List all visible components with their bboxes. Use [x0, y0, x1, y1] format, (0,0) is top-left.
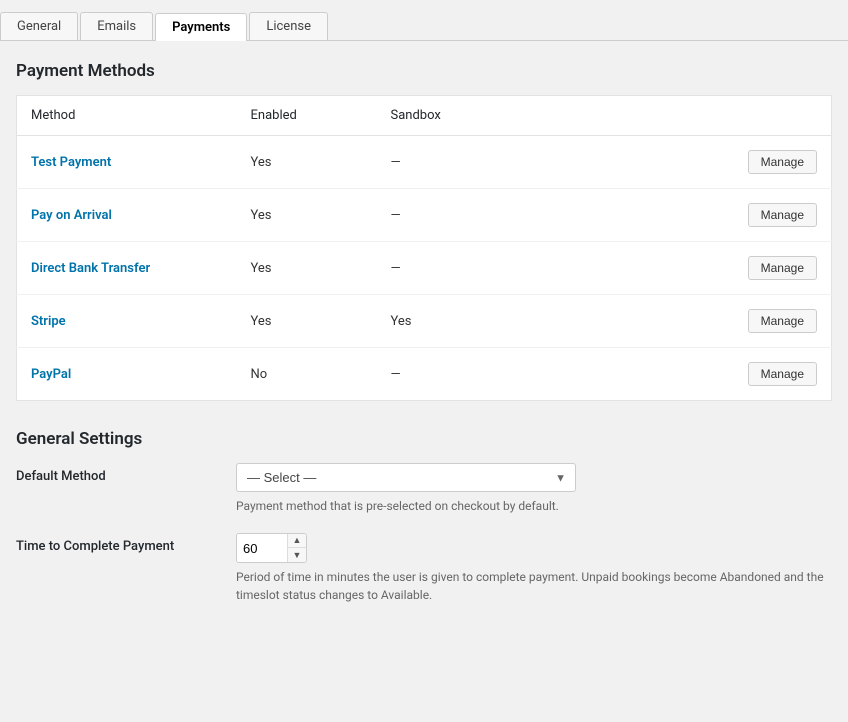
table-body: Test Payment Yes — Manage Pay on Arrival…	[17, 136, 832, 401]
action-cell: Manage	[537, 136, 832, 189]
tab-payments[interactable]: Payments	[155, 13, 247, 41]
time-to-complete-description: Period of time in minutes the user is gi…	[236, 568, 832, 604]
manage-button-direct-bank-transfer[interactable]: Manage	[748, 256, 817, 280]
tabs-bar: General Emails Payments License	[0, 0, 848, 41]
default-method-description: Payment method that is pre-selected on c…	[236, 497, 832, 515]
tab-license[interactable]: License	[249, 12, 328, 40]
col-header-enabled: Enabled	[237, 96, 377, 136]
manage-button-pay-on-arrival[interactable]: Manage	[748, 203, 817, 227]
payment-methods-title: Payment Methods	[16, 61, 832, 81]
sandbox-cell: Yes	[377, 295, 537, 348]
method-cell: Direct Bank Transfer	[17, 242, 237, 295]
method-link-stripe[interactable]: Stripe	[31, 314, 66, 329]
payment-methods-table: Method Enabled Sandbox Test Payment Yes …	[16, 95, 832, 401]
action-cell: Manage	[537, 295, 832, 348]
action-cell: Manage	[537, 348, 832, 401]
tab-general[interactable]: General	[0, 12, 78, 40]
col-header-sandbox: Sandbox	[377, 96, 537, 136]
time-to-complete-input[interactable]	[237, 534, 287, 562]
manage-button-stripe[interactable]: Manage	[748, 309, 817, 333]
manage-button-test-payment[interactable]: Manage	[748, 150, 817, 174]
method-link-paypal[interactable]: PayPal	[31, 367, 71, 382]
method-cell: Stripe	[17, 295, 237, 348]
enabled-cell: Yes	[237, 136, 377, 189]
spinner-buttons: ▲ ▼	[287, 534, 306, 562]
tab-emails[interactable]: Emails	[80, 12, 153, 40]
enabled-cell: Yes	[237, 295, 377, 348]
sandbox-cell: —	[377, 136, 537, 189]
method-link-direct-bank-transfer[interactable]: Direct Bank Transfer	[31, 261, 150, 276]
enabled-cell: Yes	[237, 189, 377, 242]
method-cell: Pay on Arrival	[17, 189, 237, 242]
table-row: PayPal No — Manage	[17, 348, 832, 401]
page-wrapper: General Emails Payments License Payment …	[0, 0, 848, 722]
table-row: Direct Bank Transfer Yes — Manage	[17, 242, 832, 295]
table-header: Method Enabled Sandbox	[17, 96, 832, 136]
time-to-complete-control: ▲ ▼ Period of time in minutes the user i…	[236, 533, 832, 604]
table-row: Pay on Arrival Yes — Manage	[17, 189, 832, 242]
sandbox-cell: —	[377, 348, 537, 401]
time-to-complete-input-wrapper: ▲ ▼	[236, 533, 307, 563]
col-header-method: Method	[17, 96, 237, 136]
manage-button-paypal[interactable]: Manage	[748, 362, 817, 386]
table-row: Test Payment Yes — Manage	[17, 136, 832, 189]
method-link-pay-on-arrival[interactable]: Pay on Arrival	[31, 208, 112, 223]
payment-methods-section: Payment Methods Method Enabled Sandbox T…	[16, 61, 832, 401]
table-row: Stripe Yes Yes Manage	[17, 295, 832, 348]
method-link-test-payment[interactable]: Test Payment	[31, 155, 111, 170]
default-method-row: Default Method — Select —Test PaymentPay…	[16, 463, 832, 515]
action-cell: Manage	[537, 189, 832, 242]
sandbox-cell: —	[377, 189, 537, 242]
spinner-up-button[interactable]: ▲	[288, 534, 306, 548]
main-content: Payment Methods Method Enabled Sandbox T…	[0, 41, 848, 642]
enabled-cell: Yes	[237, 242, 377, 295]
time-to-complete-label: Time to Complete Payment	[16, 533, 236, 554]
general-settings-title: General Settings	[16, 429, 832, 449]
action-cell: Manage	[537, 242, 832, 295]
default-method-label: Default Method	[16, 463, 236, 484]
default-method-select[interactable]: — Select —Test PaymentPay on ArrivalDire…	[236, 463, 576, 492]
general-settings-section: General Settings Default Method — Select…	[16, 429, 832, 604]
col-header-action	[537, 96, 832, 136]
enabled-cell: No	[237, 348, 377, 401]
sandbox-cell: —	[377, 242, 537, 295]
default-method-control: — Select —Test PaymentPay on ArrivalDire…	[236, 463, 832, 515]
method-cell: Test Payment	[17, 136, 237, 189]
default-method-select-wrapper: — Select —Test PaymentPay on ArrivalDire…	[236, 463, 576, 492]
spinner-down-button[interactable]: ▼	[288, 548, 306, 562]
method-cell: PayPal	[17, 348, 237, 401]
time-to-complete-row: Time to Complete Payment ▲ ▼ Period of t…	[16, 533, 832, 604]
